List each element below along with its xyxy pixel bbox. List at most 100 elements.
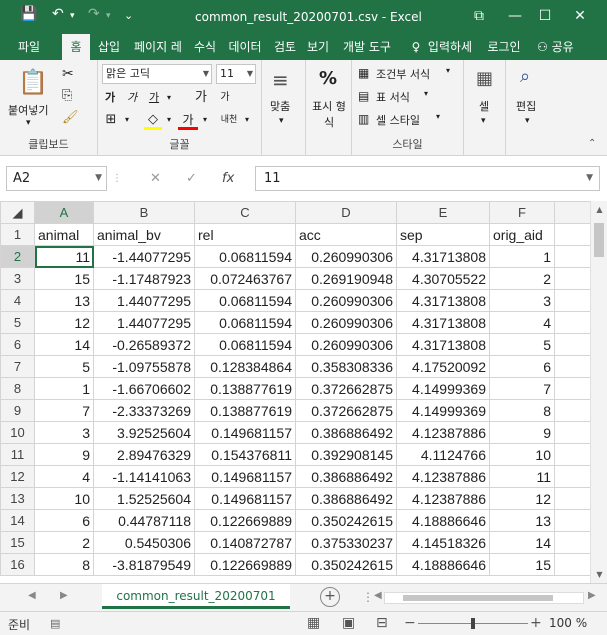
table-cell[interactable]: 5 — [489, 333, 555, 356]
table-cell[interactable]: -1.14141063 — [93, 465, 195, 488]
table-cell[interactable]: 0.138877619 — [194, 377, 296, 400]
empty-cell[interactable] — [554, 465, 595, 488]
previous-sheet-icon[interactable]: ◀ — [28, 590, 36, 601]
sheet-tab-active[interactable]: common_result_20200701 — [102, 584, 290, 609]
table-cell[interactable]: 5 — [34, 355, 94, 378]
table-cell[interactable]: 12 — [34, 311, 94, 334]
header-cell-orig-aid[interactable]: orig_aid — [489, 223, 555, 246]
table-cell[interactable]: 1.52525604 — [93, 487, 195, 510]
table-cell[interactable]: 4.12387886 — [396, 421, 490, 444]
horizontal-scrollbar[interactable] — [384, 592, 584, 604]
font-color-dropdown-icon[interactable]: ▾ — [200, 110, 210, 130]
zoom-slider[interactable] — [418, 618, 528, 629]
tab-file[interactable]: 파일 — [10, 34, 48, 60]
table-cell[interactable]: 4.12387886 — [396, 465, 490, 488]
table-cell[interactable]: 0.122669889 — [194, 553, 296, 576]
table-cell[interactable]: -1.09755878 — [93, 355, 195, 378]
table-cell[interactable]: 0.260990306 — [295, 245, 397, 268]
header-cell-rel[interactable]: rel — [194, 223, 296, 246]
table-cell[interactable]: 0.072463767 — [194, 267, 296, 290]
scroll-right-icon[interactable]: ▶ — [588, 590, 596, 601]
table-cell[interactable]: 0.06811594 — [194, 333, 296, 356]
table-cell[interactable]: 4.12387886 — [396, 487, 490, 510]
table-cell[interactable]: 9 — [489, 421, 555, 444]
table-cell[interactable]: 10 — [489, 443, 555, 466]
empty-cell[interactable] — [554, 267, 595, 290]
table-cell[interactable]: 0.260990306 — [295, 311, 397, 334]
table-cell[interactable]: 4.31713808 — [396, 289, 490, 312]
scroll-up-icon[interactable]: ▲ — [591, 205, 607, 214]
empty-cell[interactable] — [554, 289, 595, 312]
normal-view-icon[interactable]: ▦ — [307, 615, 320, 631]
copy-icon[interactable]: ⎘ — [62, 88, 72, 103]
cell-styles-dropdown-icon[interactable]: ▾ — [436, 112, 440, 121]
cancel-icon[interactable]: ✕ — [150, 166, 161, 191]
page-break-view-icon[interactable]: ⊟ — [376, 615, 388, 631]
empty-cell[interactable] — [554, 553, 595, 576]
column-header-c[interactable]: C — [194, 201, 296, 224]
undo-icon[interactable]: ↶ — [52, 6, 64, 22]
tab-view[interactable]: 보기 — [304, 34, 332, 60]
row-header[interactable]: 11 — [0, 443, 35, 466]
table-cell[interactable]: 3.92525604 — [93, 421, 195, 444]
redo-dropdown-icon[interactable]: ▾ — [106, 11, 111, 21]
table-cell[interactable]: 0.122669889 — [194, 509, 296, 532]
table-cell[interactable]: 4 — [489, 311, 555, 334]
table-cell[interactable]: 8 — [489, 399, 555, 422]
table-cell[interactable]: 4.17520092 — [396, 355, 490, 378]
table-cell[interactable]: 1 — [489, 245, 555, 268]
table-cell[interactable]: 4.31713808 — [396, 311, 490, 334]
table-cell[interactable]: 3 — [489, 289, 555, 312]
font-color-button[interactable]: 가 — [178, 110, 198, 130]
paste-icon[interactable]: 📋 — [18, 68, 48, 96]
table-cell[interactable]: 0.392908145 — [295, 443, 397, 466]
minimize-button[interactable]: — — [500, 4, 530, 28]
row-header[interactable]: 13 — [0, 487, 35, 510]
format-as-table-dropdown-icon[interactable]: ▾ — [424, 89, 428, 98]
table-cell[interactable]: 4.14518326 — [396, 531, 490, 554]
row-header[interactable]: 14 — [0, 509, 35, 532]
paste-dropdown-icon[interactable]: ▾ — [26, 118, 31, 128]
table-cell[interactable]: 11 — [489, 465, 555, 488]
row-header[interactable]: 4 — [0, 289, 35, 312]
table-cell[interactable]: 0.372662875 — [295, 377, 397, 400]
table-cell[interactable]: 0.06811594 — [194, 245, 296, 268]
table-cell[interactable]: 2 — [489, 267, 555, 290]
empty-cell[interactable] — [554, 399, 595, 422]
scroll-down-icon[interactable]: ▼ — [591, 570, 607, 579]
table-cell[interactable]: 0.149681157 — [194, 487, 296, 510]
cell-styles-button[interactable]: 셀 스타일 — [376, 112, 420, 128]
zoom-in-button[interactable]: + — [530, 615, 542, 631]
table-cell[interactable]: 14 — [34, 333, 94, 356]
empty-cell[interactable] — [554, 223, 595, 246]
alignment-group[interactable]: ≡ 맞춤 ▾ — [262, 60, 306, 156]
row-header[interactable]: 12 — [0, 465, 35, 488]
empty-cell[interactable] — [554, 531, 595, 554]
tab-review[interactable]: 검토 — [271, 34, 299, 60]
formula-input[interactable]: 11 ▼ — [255, 166, 600, 191]
table-cell[interactable]: 8 — [34, 553, 94, 576]
column-header-a[interactable]: A — [34, 201, 94, 224]
table-cell[interactable]: 15 — [489, 553, 555, 576]
zoom-slider-knob[interactable] — [471, 618, 475, 629]
table-cell[interactable]: 4.31713808 — [396, 333, 490, 356]
empty-cell[interactable] — [554, 245, 595, 268]
column-header-g[interactable] — [554, 201, 595, 224]
format-as-table-button[interactable]: 표 서식 — [376, 89, 410, 105]
zoom-level[interactable]: 100 % — [549, 616, 587, 630]
fill-color-icon[interactable]: ◇ — [144, 110, 162, 130]
horizontal-scroll-thumb[interactable] — [403, 595, 553, 601]
table-cell[interactable]: 4 — [34, 465, 94, 488]
table-cell[interactable]: 4.30705522 — [396, 267, 490, 290]
empty-cell[interactable] — [554, 487, 595, 510]
conditional-formatting-icon[interactable]: ▦ — [358, 66, 369, 80]
italic-button[interactable]: 가 — [124, 88, 140, 108]
table-cell[interactable]: 1 — [34, 377, 94, 400]
header-cell-animal[interactable]: animal — [34, 223, 94, 246]
table-cell[interactable]: 4.14999369 — [396, 399, 490, 422]
header-cell-acc[interactable]: acc — [295, 223, 397, 246]
empty-cell[interactable] — [554, 443, 595, 466]
table-cell[interactable]: 7 — [489, 377, 555, 400]
share-button[interactable]: ⚇ 공유 — [533, 37, 578, 57]
table-cell[interactable]: -1.44077295 — [93, 245, 195, 268]
